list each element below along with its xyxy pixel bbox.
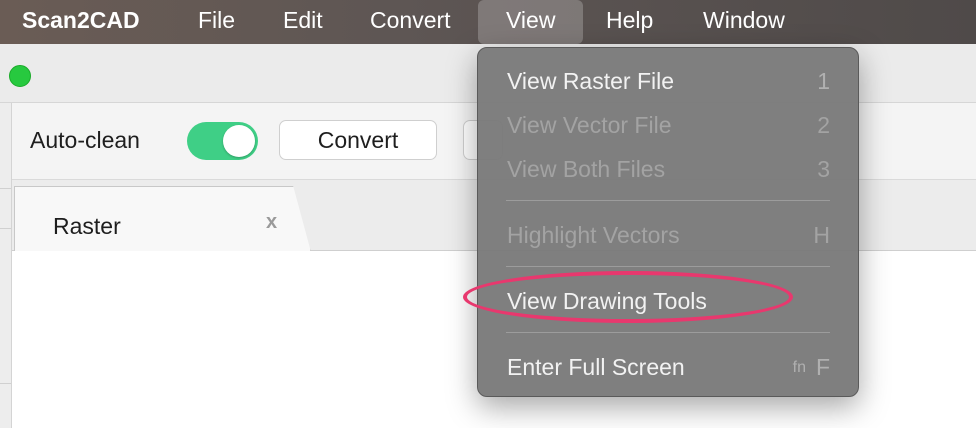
menu-separator [506,266,830,267]
menu-item-label: View Both Files [507,156,666,182]
tab-raster-label: Raster [53,213,121,239]
left-panel-edge [0,103,12,428]
menu-item-view-vector-file: View Vector File 2 [478,104,858,144]
convert-button[interactable]: Convert [279,120,437,160]
menu-item-label: Highlight Vectors [507,222,680,248]
menu-item-view-raster-file[interactable]: View Raster File 1 [478,60,858,100]
menu-item-shortcut: H [813,222,830,248]
divider [0,383,11,384]
menu-item-shortcut: 2 [817,112,830,138]
autoclean-toggle[interactable] [187,122,258,160]
divider [0,228,11,229]
menu-item-label: View Drawing Tools [507,288,707,314]
view-menu-dropdown: View Raster File 1 View Vector File 2 Vi… [463,47,859,397]
menu-item-enter-full-screen[interactable]: Enter Full Screen fn F [478,346,858,386]
menu-item-shortcut: 3 [817,156,830,182]
tab-close-icon[interactable]: x [266,211,277,234]
menu-view[interactable]: View [478,0,584,44]
menu-item-label: View Vector File [507,112,672,138]
menu-convert[interactable]: Convert [370,0,451,44]
menu-item-shortcut: F [815,354,830,380]
window-zoom-button[interactable] [9,65,31,87]
menu-item-shortcut: 1 [817,68,830,94]
menu-edit[interactable]: Edit [283,0,323,44]
fn-key-icon: fn [792,359,806,376]
tab-raster[interactable]: Raster x [14,186,311,252]
toggle-knob [223,125,255,157]
menu-separator [506,332,830,333]
menu-bar: Scan2CAD File Edit Convert View Help Win… [0,0,976,44]
divider [0,188,11,189]
menu-item-view-both-files: View Both Files 3 [478,148,858,188]
menu-item-label: View Raster File [507,68,675,94]
menu-app-scan2cad[interactable]: Scan2CAD [22,0,140,44]
menu-item-label: Enter Full Screen [507,354,685,380]
menu-separator [506,200,830,201]
autoclean-label: Auto-clean [30,127,140,153]
menu-item-view-drawing-tools[interactable]: View Drawing Tools [463,271,858,323]
menu-item-highlight-vectors: Highlight Vectors H [478,214,858,254]
menu-window[interactable]: Window [703,0,785,44]
menu-help[interactable]: Help [606,0,653,44]
menu-file[interactable]: File [198,0,235,44]
